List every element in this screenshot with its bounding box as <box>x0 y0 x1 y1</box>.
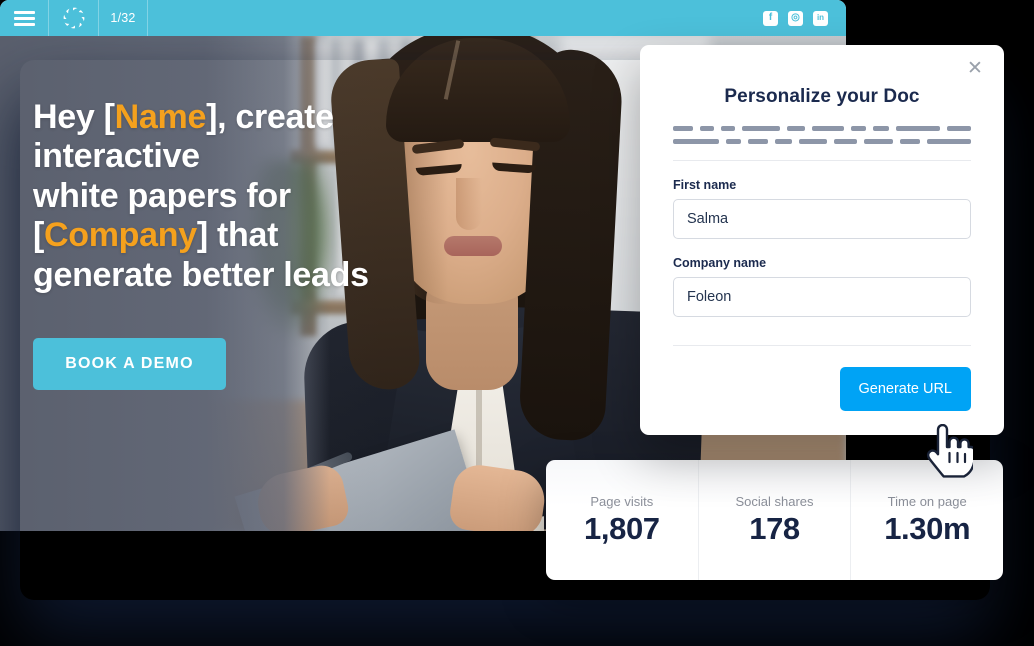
first-name-input[interactable] <box>673 199 971 239</box>
facebook-icon[interactable]: f <box>763 10 778 26</box>
skeleton-dash <box>748 139 769 144</box>
company-name-input[interactable] <box>673 277 971 317</box>
skeleton-dash <box>873 126 890 131</box>
headline-line-1: Hey [Name], create <box>33 98 423 137</box>
skeleton-dash <box>927 139 972 144</box>
skeleton-dash <box>700 126 714 131</box>
skeleton-dash <box>799 139 828 144</box>
stat-label: Social shares <box>735 493 814 509</box>
headline-line-5: generate better leads <box>33 255 369 294</box>
headline-line-1-pre: Hey [ <box>33 98 115 136</box>
modal-title: Personalize your Doc <box>724 86 920 107</box>
skeleton-dash <box>673 126 694 131</box>
stat-page-visits: Page visits 1,807 <box>546 460 699 580</box>
headline-line-1-post: ], create <box>206 98 334 136</box>
skeleton-dash <box>775 139 793 144</box>
placeholder-text-skeleton <box>673 126 972 144</box>
modal-divider-bottom <box>673 345 971 346</box>
page-indicator: 1/32 <box>99 0 148 36</box>
skeleton-dash <box>741 126 780 131</box>
headline-token-name: Name <box>114 98 207 136</box>
skeleton-dash <box>900 139 921 144</box>
skeleton-dash <box>834 139 858 144</box>
hamburger-menu-icon <box>13 8 35 29</box>
foleon-logo-button[interactable] <box>49 0 99 36</box>
headline-line-2: interactive <box>33 137 200 176</box>
headline-token-company: Company <box>44 216 197 255</box>
skeleton-row-1 <box>673 126 971 131</box>
company-name-label: Company name <box>673 256 767 270</box>
hamburger-menu-button[interactable] <box>0 0 49 36</box>
stat-value: 1.30m <box>884 510 971 546</box>
generate-url-button[interactable]: Generate URL <box>839 367 971 411</box>
document-toolbar: 1/32 f ◎ in <box>0 0 846 36</box>
headline-line-3: white papers for <box>33 176 291 215</box>
social-share-group: f ◎ in <box>763 0 846 36</box>
skeleton-dash <box>726 139 742 144</box>
skeleton-dash <box>896 126 940 131</box>
stat-value: 1,807 <box>584 510 660 546</box>
close-icon[interactable]: ✕ <box>964 57 986 79</box>
skeleton-dash <box>720 126 735 131</box>
headline-line-4-post: ] that <box>196 216 279 255</box>
stat-value: 178 <box>749 510 800 546</box>
skeleton-dash <box>786 126 805 131</box>
stat-social-shares: Social shares 178 <box>699 460 852 580</box>
personalize-doc-modal: ✕ Personalize your Doc First name Compan… <box>640 45 1004 435</box>
first-name-label: First name <box>673 178 737 192</box>
stat-label: Time on page <box>887 493 967 509</box>
company-name-field-group: Company name <box>673 256 971 317</box>
first-name-field-group: First name <box>673 178 971 239</box>
analytics-stats-card: Page visits 1,807 Social shares 178 Time… <box>546 460 1003 580</box>
skeleton-dash <box>946 126 971 131</box>
foleon-aperture-logo-icon <box>63 7 84 29</box>
skeleton-dash <box>850 126 867 131</box>
headline-line-4: [Company] that <box>33 216 423 255</box>
hero-headline: Hey [Name], create interactive white pap… <box>33 98 423 295</box>
skeleton-row-2 <box>673 139 972 144</box>
book-a-demo-button[interactable]: BOOK A DEMO <box>33 338 226 390</box>
screenshot-stage: Hey [Name], create interactive white pap… <box>0 0 1034 646</box>
skeleton-dash <box>811 126 844 131</box>
linkedin-icon[interactable]: in <box>813 10 828 26</box>
modal-divider-top <box>673 160 971 161</box>
headline-line-4-pre: [ <box>33 216 45 255</box>
stat-time-on-page: Time on page 1.30m <box>851 460 1003 580</box>
instagram-icon[interactable]: ◎ <box>788 10 803 26</box>
skeleton-dash <box>864 139 894 144</box>
stat-label: Page visits <box>590 493 654 509</box>
skeleton-dash <box>673 139 720 144</box>
